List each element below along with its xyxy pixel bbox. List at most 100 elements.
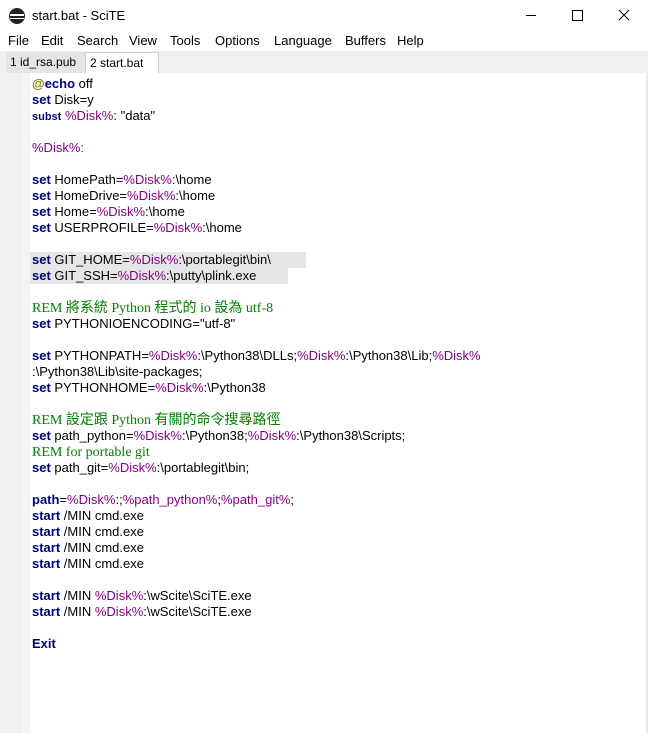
code-token: set bbox=[32, 460, 51, 475]
code-line[interactable]: start /MIN cmd.exe bbox=[32, 540, 632, 556]
code-token: off bbox=[75, 76, 93, 91]
code-line[interactable]: set PYTHONHOME=%Disk%:\Python38 bbox=[32, 380, 632, 396]
code-token: path bbox=[32, 492, 60, 507]
code-line[interactable]: subst %Disk%: "data" bbox=[32, 108, 632, 124]
code-token: REM for portable git bbox=[32, 445, 150, 460]
code-token: /MIN cmd.exe bbox=[60, 508, 144, 523]
tab-id-rsa-pub[interactable]: 1 id_rsa.pub bbox=[6, 52, 87, 73]
minimize-button[interactable] bbox=[508, 0, 554, 31]
code-line[interactable]: set Disk=y bbox=[32, 92, 632, 108]
code-line[interactable] bbox=[32, 620, 632, 636]
code-token: :\portablegit\bin; bbox=[156, 460, 250, 475]
code-line[interactable]: set USERPROFILE=%Disk%:\home bbox=[32, 220, 632, 236]
scite-app-icon bbox=[9, 8, 25, 24]
code-token: %Disk% bbox=[127, 188, 176, 203]
code-token: GIT_SSH= bbox=[50, 268, 118, 283]
code-token: /MIN cmd.exe bbox=[60, 556, 144, 571]
menu-bar: File Edit Search View Tools Options Lang… bbox=[0, 31, 648, 51]
code-token: PYTHONHOME= bbox=[50, 380, 156, 395]
menu-help[interactable]: Help bbox=[397, 33, 424, 48]
code-token: /MIN bbox=[60, 588, 95, 603]
code-line[interactable] bbox=[32, 396, 632, 412]
code-line[interactable] bbox=[32, 236, 632, 252]
code-line[interactable]: set GIT_HOME=%Disk%:\portablegit\bin\ bbox=[30, 252, 632, 268]
code-token: = bbox=[59, 492, 68, 507]
code-line[interactable]: %Disk%: bbox=[32, 140, 632, 156]
code-token: %Disk% bbox=[117, 268, 167, 283]
window-title: start.bat - SciTE bbox=[32, 8, 126, 23]
code-line[interactable]: set HomeDrive=%Disk%:\home bbox=[32, 188, 632, 204]
code-line[interactable] bbox=[32, 572, 632, 588]
editor-pane[interactable]: @echo off set Disk=y subst %Disk%: "data"%… bbox=[0, 73, 648, 733]
code-token: %Disk% bbox=[247, 428, 297, 443]
menu-options[interactable]: Options bbox=[215, 33, 260, 48]
code-line[interactable]: start /MIN %Disk%:\wScite\SciTE.exe bbox=[32, 604, 632, 620]
code-line[interactable]: REM 將系統 Python 程式的 io 設為 utf-8 bbox=[32, 300, 632, 316]
code-token: HomeDrive= bbox=[50, 188, 128, 203]
code-line[interactable]: set HomePath=%Disk%:\home bbox=[32, 172, 632, 188]
code-line[interactable]: path=%Disk%:;%path_python%;%path_git%; bbox=[32, 492, 632, 508]
code-token: set bbox=[32, 204, 51, 219]
code-token: :; bbox=[115, 492, 123, 507]
code-line[interactable] bbox=[32, 156, 632, 172]
code-line[interactable]: set Home=%Disk%:\home bbox=[32, 204, 632, 220]
code-line[interactable]: set PYTHONPATH=%Disk%:\Python38\DLLs;%Di… bbox=[32, 348, 632, 364]
code-token: GIT_HOME= bbox=[50, 252, 130, 267]
code-line[interactable]: set path_git=%Disk%:\portablegit\bin; bbox=[32, 460, 632, 476]
menu-buffers[interactable]: Buffers bbox=[345, 33, 386, 48]
code-token: /MIN cmd.exe bbox=[60, 524, 144, 539]
code-line[interactable]: set GIT_SSH=%Disk%:\putty\plink.exe bbox=[30, 268, 632, 284]
code-line[interactable] bbox=[32, 284, 632, 300]
menu-tools[interactable]: Tools bbox=[170, 33, 200, 48]
code-token: :\putty\plink.exe bbox=[166, 268, 257, 283]
code-token: %Disk%: bbox=[32, 140, 85, 155]
maximize-button[interactable] bbox=[554, 0, 600, 31]
code-token: :\Python38\Lib\site-packages; bbox=[32, 364, 203, 379]
code-token: set bbox=[32, 220, 51, 235]
code-token: Home= bbox=[50, 204, 97, 219]
code-token: :\wScite\SciTE.exe bbox=[143, 604, 252, 619]
code-token: set bbox=[32, 316, 51, 331]
code-line[interactable] bbox=[32, 476, 632, 492]
code-token: start bbox=[32, 540, 61, 555]
code-line[interactable]: Exit bbox=[32, 636, 632, 652]
code-token: :\Python38\DLLs; bbox=[197, 348, 298, 363]
code-line[interactable]: start /MIN %Disk%:\wScite\SciTE.exe bbox=[32, 588, 632, 604]
code-line[interactable]: REM for portable git bbox=[32, 444, 632, 460]
code-token: %path_python% bbox=[122, 492, 218, 507]
code-area[interactable]: @echo off set Disk=y subst %Disk%: "data"%… bbox=[30, 76, 632, 652]
code-token: set bbox=[32, 268, 51, 283]
code-token: %Disk% bbox=[108, 460, 157, 475]
code-line[interactable] bbox=[32, 124, 632, 140]
code-line[interactable]: @echo off bbox=[32, 76, 632, 92]
code-line[interactable]: start /MIN cmd.exe bbox=[32, 556, 632, 572]
code-line[interactable]: set path_python=%Disk%:\Python38;%Disk%:… bbox=[32, 428, 632, 444]
code-token: start bbox=[32, 524, 61, 539]
menu-edit[interactable]: Edit bbox=[41, 33, 63, 48]
code-line[interactable]: set PYTHONIOENCODING="utf-8" bbox=[32, 316, 632, 332]
code-line[interactable]: REM 設定跟 Python 有關的命令搜尋路徑 bbox=[32, 412, 632, 428]
menu-view[interactable]: View bbox=[129, 33, 157, 48]
code-line[interactable] bbox=[32, 332, 632, 348]
code-token: Exit bbox=[32, 636, 56, 651]
code-token: %Disk% bbox=[96, 204, 146, 219]
code-token: :\home bbox=[145, 204, 185, 219]
menu-file[interactable]: File bbox=[8, 33, 29, 48]
code-token: set bbox=[32, 380, 51, 395]
menu-language[interactable]: Language bbox=[274, 33, 332, 48]
buffer-tab-bar: 1 id_rsa.pub 2 start.bat bbox=[0, 51, 648, 74]
code-token: :\home bbox=[171, 172, 212, 187]
code-token: %Disk% bbox=[123, 172, 172, 187]
menu-search[interactable]: Search bbox=[77, 33, 118, 48]
code-line[interactable]: :\Python38\Lib\site-packages; bbox=[32, 364, 632, 380]
code-token: :\Python38\Lib; bbox=[345, 348, 433, 363]
code-token: :\wScite\SciTE.exe bbox=[143, 588, 252, 603]
code-token: Disk=y bbox=[50, 92, 94, 107]
code-line[interactable]: start /MIN cmd.exe bbox=[32, 508, 632, 524]
code-token: set bbox=[32, 188, 51, 203]
close-button[interactable] bbox=[601, 0, 647, 31]
code-token: %path_git% bbox=[221, 492, 291, 507]
code-token: set bbox=[32, 348, 51, 363]
tab-start-bat[interactable]: 2 start.bat bbox=[85, 52, 159, 74]
code-line[interactable]: start /MIN cmd.exe bbox=[32, 524, 632, 540]
